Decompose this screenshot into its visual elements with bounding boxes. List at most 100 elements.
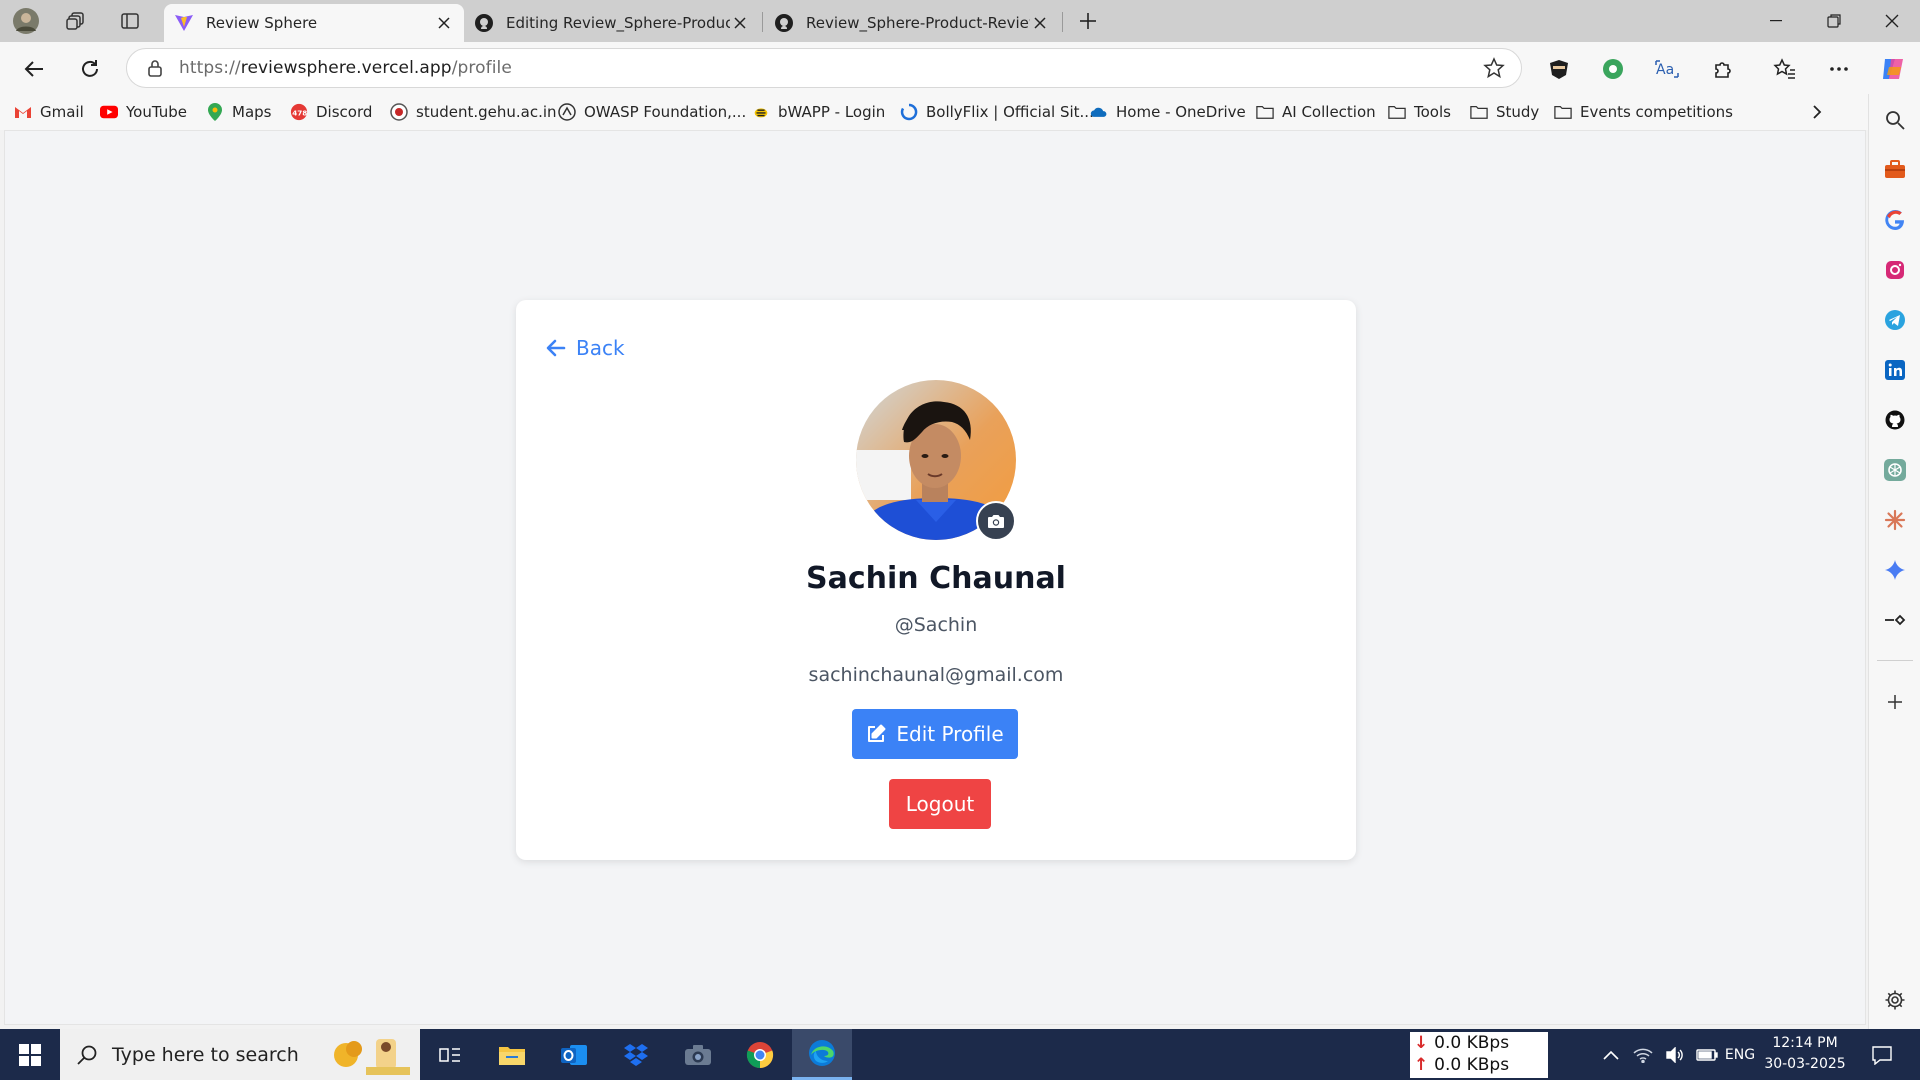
upload-speed-value: 0.0 KBps: [1434, 1055, 1510, 1075]
download-speed-value: 0.0 KBps: [1434, 1033, 1510, 1053]
tools-briefcase-icon[interactable]: [1883, 158, 1907, 182]
wifi-icon[interactable]: [1628, 1029, 1658, 1080]
onedrive-icon: [1090, 103, 1108, 121]
change-photo-camera-icon[interactable]: [976, 501, 1016, 541]
bookmark-label: Study: [1496, 103, 1540, 121]
read-aloud-icon[interactable]: Aa: [1650, 52, 1684, 86]
google-icon[interactable]: [1883, 208, 1907, 232]
close-window-icon[interactable]: [1864, 0, 1920, 42]
volume-icon[interactable]: [1660, 1029, 1690, 1080]
discord-icon: 478: [290, 103, 308, 121]
maps-icon: [206, 103, 224, 121]
task-view-icon[interactable]: [420, 1029, 480, 1080]
chrome-icon[interactable]: [730, 1029, 790, 1080]
bookmark-youtube[interactable]: YouTube: [100, 100, 187, 124]
battery-icon[interactable]: [1692, 1029, 1722, 1080]
search-icon[interactable]: [1883, 108, 1907, 132]
bookmark-discord[interactable]: 478 Discord: [290, 100, 372, 124]
bookmark-gmail[interactable]: Gmail: [14, 100, 84, 124]
instagram-icon[interactable]: [1883, 258, 1907, 282]
linkedin-icon[interactable]: [1883, 358, 1907, 382]
system-clock[interactable]: 12:14 PM 30-03-2025: [1760, 1033, 1850, 1075]
sidebar-divider: [1877, 660, 1913, 661]
bookmark-bwapp[interactable]: bWAPP - Login: [752, 100, 885, 124]
address-toolbar: https://reviewsphere.vercel.app/profile …: [0, 42, 1920, 94]
bookmark-folder-study[interactable]: Study: [1470, 100, 1539, 124]
bookmark-maps[interactable]: Maps: [206, 100, 271, 124]
workspaces-icon[interactable]: [60, 6, 92, 36]
bookmark-label: Events competitions: [1580, 103, 1733, 121]
github-icon[interactable]: [1883, 408, 1907, 432]
lock-icon[interactable]: [147, 59, 163, 77]
outlook-icon[interactable]: [544, 1029, 604, 1080]
profile-card: Back Sachin Chaunal @Sachin sachinchauna…: [516, 300, 1356, 860]
bookmark-bollyflix[interactable]: BollyFlix | Official Sit...: [900, 100, 1094, 124]
url-text[interactable]: https://reviewsphere.vercel.app/profile: [179, 58, 512, 78]
sidebar-settings-gear-icon[interactable]: [1883, 988, 1907, 1012]
more-bookmarks-chevron-icon[interactable]: [1812, 100, 1822, 124]
svg-text:478: 478: [292, 109, 307, 118]
browser-tab-strip: Review Sphere Editing Review_Sphere-Prod…: [0, 0, 1920, 42]
tab-title: Review Sphere: [206, 14, 318, 32]
add-sidebar-app-icon[interactable]: [1883, 690, 1907, 714]
edge-icon[interactable]: [792, 1029, 852, 1080]
upload-speed: ↑ 0.0 KBps: [1414, 1055, 1510, 1075]
bookmark-owasp[interactable]: OWASP Foundation,...: [558, 100, 746, 124]
extension-grammar-icon[interactable]: [1596, 52, 1630, 86]
camera-app-icon[interactable]: [668, 1029, 728, 1080]
bollyflix-icon: [900, 103, 918, 121]
file-explorer-icon[interactable]: [482, 1029, 542, 1080]
language-indicator[interactable]: ENG: [1722, 1029, 1758, 1080]
notification-center-icon[interactable]: [1862, 1029, 1902, 1080]
edit-profile-button[interactable]: Edit Profile: [852, 709, 1018, 759]
chatgpt-icon[interactable]: [1883, 458, 1907, 482]
restore-icon[interactable]: [1806, 0, 1862, 42]
vite-icon: [174, 13, 194, 33]
favorite-star-icon[interactable]: [1483, 57, 1505, 79]
favorites-list-icon[interactable]: [1768, 52, 1802, 86]
telegram-icon[interactable]: [1883, 308, 1907, 332]
back-arrow-icon[interactable]: [16, 51, 52, 87]
back-link[interactable]: Back: [546, 336, 625, 360]
folder-icon: [1470, 103, 1488, 121]
dropbox-icon[interactable]: [606, 1029, 666, 1080]
bookmark-folder-tools[interactable]: Tools: [1388, 100, 1451, 124]
bookmark-label: OWASP Foundation,...: [584, 103, 747, 121]
bookmark-label: AI Collection: [1282, 103, 1376, 121]
more-options-icon[interactable]: [1822, 52, 1856, 86]
search-placeholder: Type here to search: [112, 1043, 299, 1066]
bookmark-folder-ai-collection[interactable]: AI Collection: [1256, 100, 1376, 124]
close-tab-icon[interactable]: [434, 13, 454, 33]
bookmark-folder-events[interactable]: Events competitions: [1554, 100, 1733, 124]
github-icon: [774, 13, 794, 33]
gemini-icon[interactable]: [1883, 558, 1907, 582]
logout-label: Logout: [905, 792, 975, 816]
tab-review-sphere[interactable]: Review Sphere: [164, 4, 464, 42]
sidebar-app-icon[interactable]: [1883, 608, 1907, 632]
logout-button[interactable]: Logout: [889, 779, 991, 829]
extensions-puzzle-icon[interactable]: [1706, 52, 1740, 86]
extension-ninja-icon[interactable]: [1542, 52, 1576, 86]
refresh-icon[interactable]: [72, 51, 108, 87]
owasp-icon: [558, 103, 576, 121]
address-bar[interactable]: https://reviewsphere.vercel.app/profile: [126, 48, 1522, 88]
windows-start-icon[interactable]: [0, 1029, 60, 1080]
profile-avatar-icon[interactable]: [10, 6, 42, 36]
close-tab-icon[interactable]: [730, 13, 750, 33]
taskbar-search-box[interactable]: Type here to search: [60, 1029, 420, 1080]
back-label: Back: [576, 336, 625, 360]
show-hidden-icons-chevron-icon[interactable]: [1596, 1029, 1626, 1080]
tab-review-sphere-repo[interactable]: Review_Sphere-Product-Review-System: [764, 4, 1060, 42]
bookmark-student-gehu[interactable]: student.gehu.ac.in: [390, 100, 557, 124]
copilot-icon[interactable]: [1876, 52, 1910, 86]
minimize-icon[interactable]: [1748, 0, 1804, 42]
bookmark-label: Maps: [232, 103, 272, 121]
url-host: reviewsphere.vercel.app: [240, 58, 452, 78]
new-tab-icon[interactable]: [1072, 6, 1104, 36]
vertical-tabs-icon[interactable]: [114, 6, 146, 36]
tab-editing-review-sphere[interactable]: Editing Review_Sphere-Product-Review: [464, 4, 760, 42]
bookmark-onedrive[interactable]: Home - OneDrive: [1090, 100, 1246, 124]
claude-icon[interactable]: [1883, 508, 1907, 532]
close-tab-icon[interactable]: [1030, 13, 1050, 33]
bookmarks-bar: Gmail YouTube Maps 478 Discord student.g…: [0, 94, 1868, 130]
